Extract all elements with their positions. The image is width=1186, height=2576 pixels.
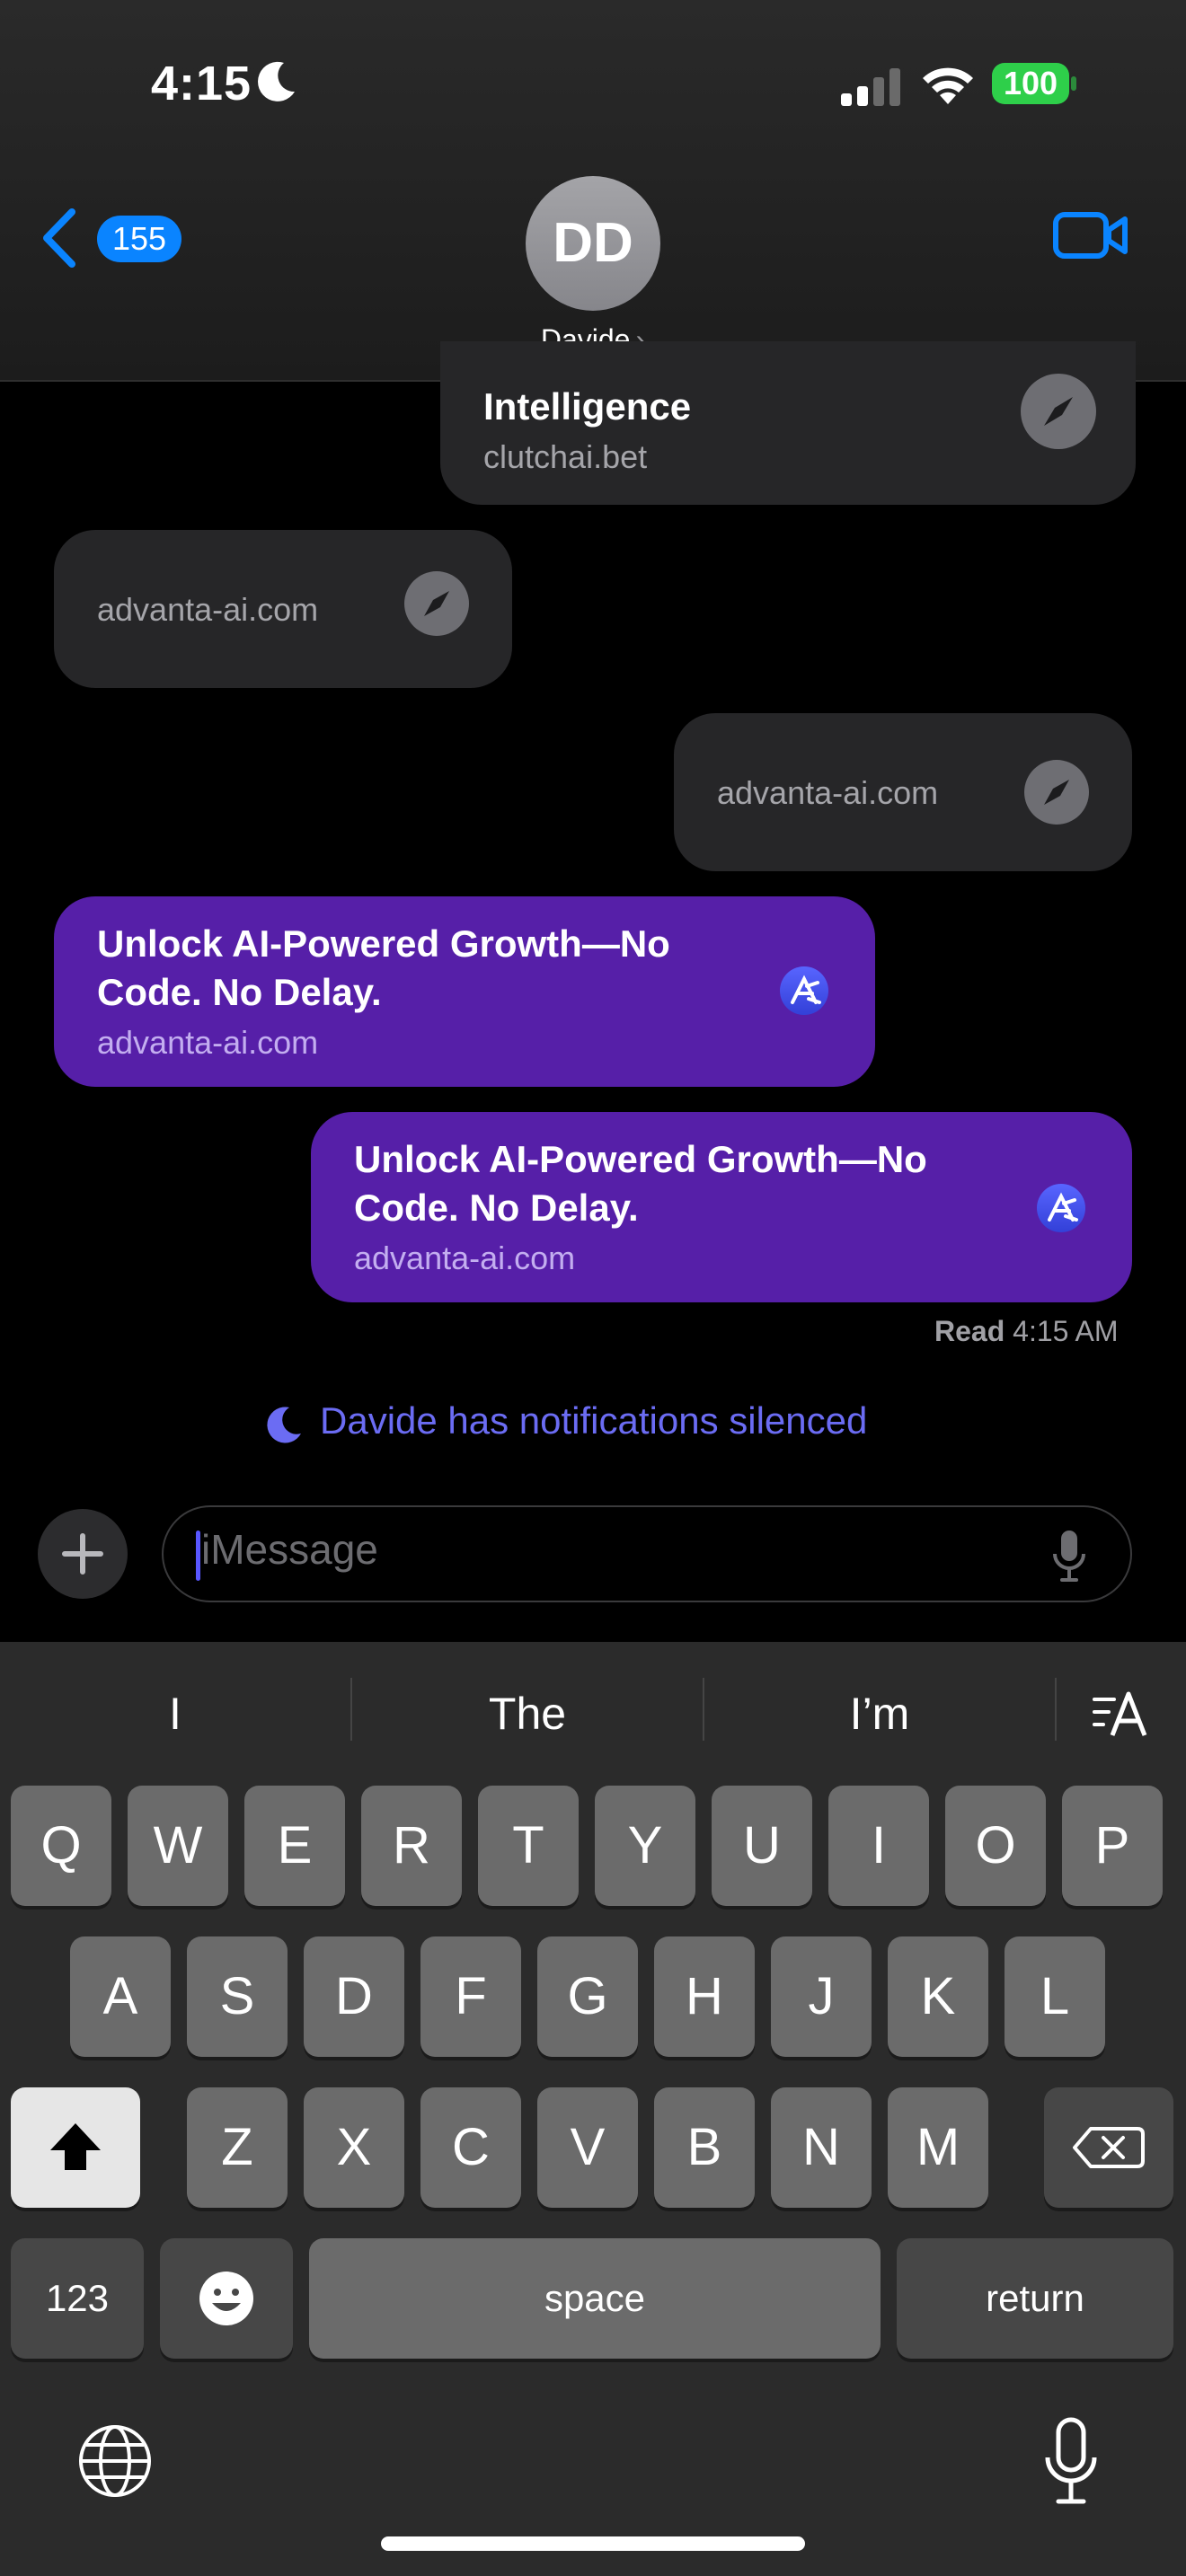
- facetime-video-icon[interactable]: [1053, 210, 1128, 260]
- link-preview-bubble-received[interactable]: advanta-ai.com: [54, 530, 512, 688]
- link-title-line1: Unlock AI-Powered Growth—No: [354, 1138, 927, 1180]
- writing-tools-icon[interactable]: [1091, 1689, 1150, 1739]
- link-preview-bubble-sent[interactable]: advanta-ai.com: [674, 713, 1132, 871]
- key-p[interactable]: P: [1062, 1786, 1163, 1906]
- unread-count-badge[interactable]: 155: [97, 216, 181, 262]
- key-e[interactable]: E: [244, 1786, 345, 1906]
- cellular-signal-icon: [841, 68, 900, 106]
- wifi-icon: [923, 67, 973, 104]
- text-caret: [196, 1531, 200, 1581]
- battery-nub: [1071, 76, 1076, 91]
- rich-link-bubble-received[interactable]: Unlock AI-Powered Growth—No Code. No Del…: [54, 896, 875, 1087]
- link-title: Intelligence: [483, 385, 692, 428]
- contact-avatar[interactable]: DD: [526, 176, 660, 311]
- shift-arrow-icon: [50, 2123, 101, 2170]
- suggestion-2[interactable]: The: [352, 1642, 703, 1786]
- suggestion-1[interactable]: I: [0, 1642, 350, 1786]
- emoji-key[interactable]: [160, 2238, 293, 2359]
- apps-plus-button[interactable]: [38, 1509, 128, 1599]
- rich-link-bubble-sent[interactable]: Unlock AI-Powered Growth—No Code. No Del…: [311, 1112, 1132, 1302]
- key-n[interactable]: N: [771, 2087, 872, 2208]
- emoji-smiley-icon: [199, 2272, 253, 2325]
- back-chevron-icon[interactable]: [36, 207, 86, 269]
- link-domain: advanta-ai.com: [354, 1239, 576, 1276]
- key-q[interactable]: Q: [11, 1786, 111, 1906]
- conversation-header: 4:15 100 155 DD Davide ›: [0, 0, 1186, 382]
- read-receipt: Read 4:15 AM: [934, 1315, 1119, 1348]
- shift-key[interactable]: [11, 2087, 140, 2208]
- space-key[interactable]: space: [309, 2238, 881, 2359]
- key-c[interactable]: C: [420, 2087, 521, 2208]
- delete-backspace-icon: [1073, 2127, 1145, 2168]
- key-y[interactable]: Y: [595, 1786, 695, 1906]
- suggestion-3[interactable]: I’m: [704, 1642, 1055, 1786]
- key-o[interactable]: O: [945, 1786, 1046, 1906]
- link-title-line1: Unlock AI-Powered Growth—No: [97, 922, 670, 965]
- read-label: Read: [934, 1315, 1005, 1347]
- link-domain: clutchai.bet: [483, 438, 648, 475]
- link-domain: advanta-ai.com: [717, 774, 939, 811]
- key-r[interactable]: R: [361, 1786, 462, 1906]
- key-i[interactable]: I: [828, 1786, 929, 1906]
- status-time: 4:15: [151, 57, 252, 110]
- key-s[interactable]: S: [187, 1936, 288, 2057]
- key-t[interactable]: T: [478, 1786, 579, 1906]
- key-j[interactable]: J: [771, 1936, 872, 2057]
- safari-compass-icon: [1024, 760, 1089, 825]
- input-placeholder: iMessage: [201, 1526, 378, 1573]
- key-v[interactable]: V: [537, 2087, 638, 2208]
- key-m[interactable]: M: [888, 2087, 988, 2208]
- key-d[interactable]: D: [304, 1936, 404, 2057]
- key-g[interactable]: G: [537, 1936, 638, 2057]
- read-time: 4:15 AM: [1013, 1315, 1119, 1347]
- key-z[interactable]: Z: [187, 2087, 288, 2208]
- return-key[interactable]: return: [897, 2238, 1173, 2359]
- focus-moon-icon: [258, 61, 295, 101]
- moon-icon: [267, 1407, 301, 1443]
- key-a[interactable]: A: [70, 1936, 171, 2057]
- link-preview-bubble-sent[interactable]: Intelligence clutchai.bet: [440, 341, 1136, 505]
- delete-key[interactable]: [1044, 2087, 1173, 2208]
- key-w[interactable]: W: [128, 1786, 228, 1906]
- imessage-input[interactable]: iMessage: [162, 1505, 1132, 1602]
- advanta-logo-icon: [1037, 1184, 1085, 1232]
- battery-indicator: 100: [992, 63, 1076, 104]
- suggestion-divider: [1055, 1678, 1057, 1741]
- key-h[interactable]: H: [654, 1936, 755, 2057]
- key-k[interactable]: K: [888, 1936, 988, 2057]
- globe-icon[interactable]: [77, 2423, 153, 2499]
- battery-level: 100: [1003, 65, 1058, 101]
- link-domain: advanta-ai.com: [97, 591, 319, 628]
- key-u[interactable]: U: [712, 1786, 812, 1906]
- key-f[interactable]: F: [420, 1936, 521, 2057]
- link-domain: advanta-ai.com: [97, 1024, 319, 1061]
- key-x[interactable]: X: [304, 2087, 404, 2208]
- home-indicator[interactable]: [381, 2536, 805, 2551]
- safari-compass-icon: [1021, 374, 1096, 449]
- link-title-line2: Code. No Delay.: [354, 1187, 639, 1229]
- notifications-silenced-notice: Davide has notifications silenced: [320, 1399, 868, 1442]
- key-l[interactable]: L: [1005, 1936, 1105, 2057]
- keyboard-dictation-mic-icon[interactable]: [1042, 2416, 1100, 2506]
- numbers-key[interactable]: 123: [11, 2238, 144, 2359]
- safari-compass-icon: [404, 571, 469, 636]
- key-b[interactable]: B: [654, 2087, 755, 2208]
- keyboard: I The I’m Q W E R T Y U I O P A S D F G …: [0, 1642, 1186, 2576]
- dictation-mic-icon[interactable]: [1051, 1529, 1087, 1583]
- link-title-line2: Code. No Delay.: [97, 971, 382, 1013]
- advanta-logo-icon: [780, 966, 828, 1015]
